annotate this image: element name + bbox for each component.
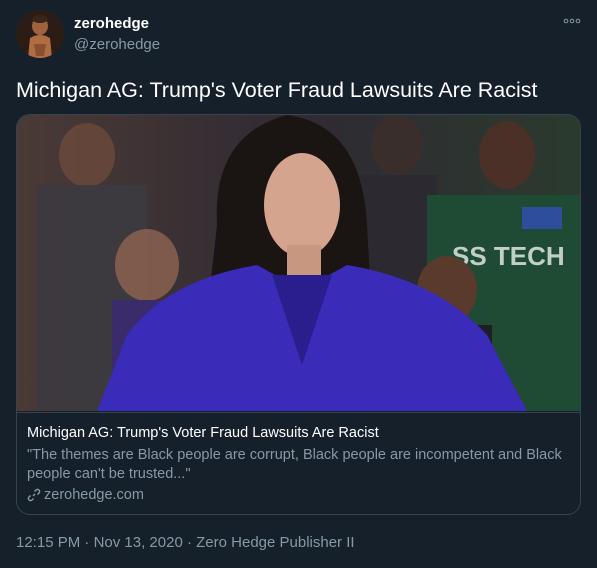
tweet-header: zerohedge @zerohedge (16, 10, 581, 60)
tweet-text: Michigan AG: Trump's Voter Fraud Lawsuit… (16, 78, 538, 102)
link-icon (27, 488, 41, 502)
card-body[interactable]: Michigan AG: Trump's Voter Fraud Lawsuit… (17, 412, 580, 514)
tweet: zerohedge @zerohedge Michigan AG: Trump'… (0, 0, 597, 568)
article-photo[interactable]: SS TECH (17, 115, 580, 411)
card-domain: zerohedge.com (27, 487, 144, 503)
separator: · (80, 534, 94, 551)
tweet-date[interactable]: Nov 13, 2020 (94, 534, 183, 551)
more-dots-icon[interactable] (563, 14, 581, 28)
tweet-source[interactable]: Zero Hedge Publisher II (196, 534, 354, 551)
tweet-meta: 12:15 PM · Nov 13, 2020 · Zero Hedge Pub… (16, 534, 355, 551)
svg-text:SS TECH: SS TECH (452, 241, 565, 271)
card-domain-text: zerohedge.com (44, 487, 144, 503)
card-description: "The themes are Black people are corrupt… (27, 447, 562, 482)
link-card[interactable]: SS TECH Michigan AG: Trump's Voter Fraud… (16, 114, 581, 515)
avatar[interactable] (16, 10, 64, 58)
handle[interactable]: @zerohedge (74, 36, 160, 53)
display-name[interactable]: zerohedge (74, 15, 149, 32)
card-title: Michigan AG: Trump's Voter Fraud Lawsuit… (27, 425, 379, 441)
tweet-time[interactable]: 12:15 PM (16, 534, 80, 551)
separator: · (182, 534, 197, 551)
